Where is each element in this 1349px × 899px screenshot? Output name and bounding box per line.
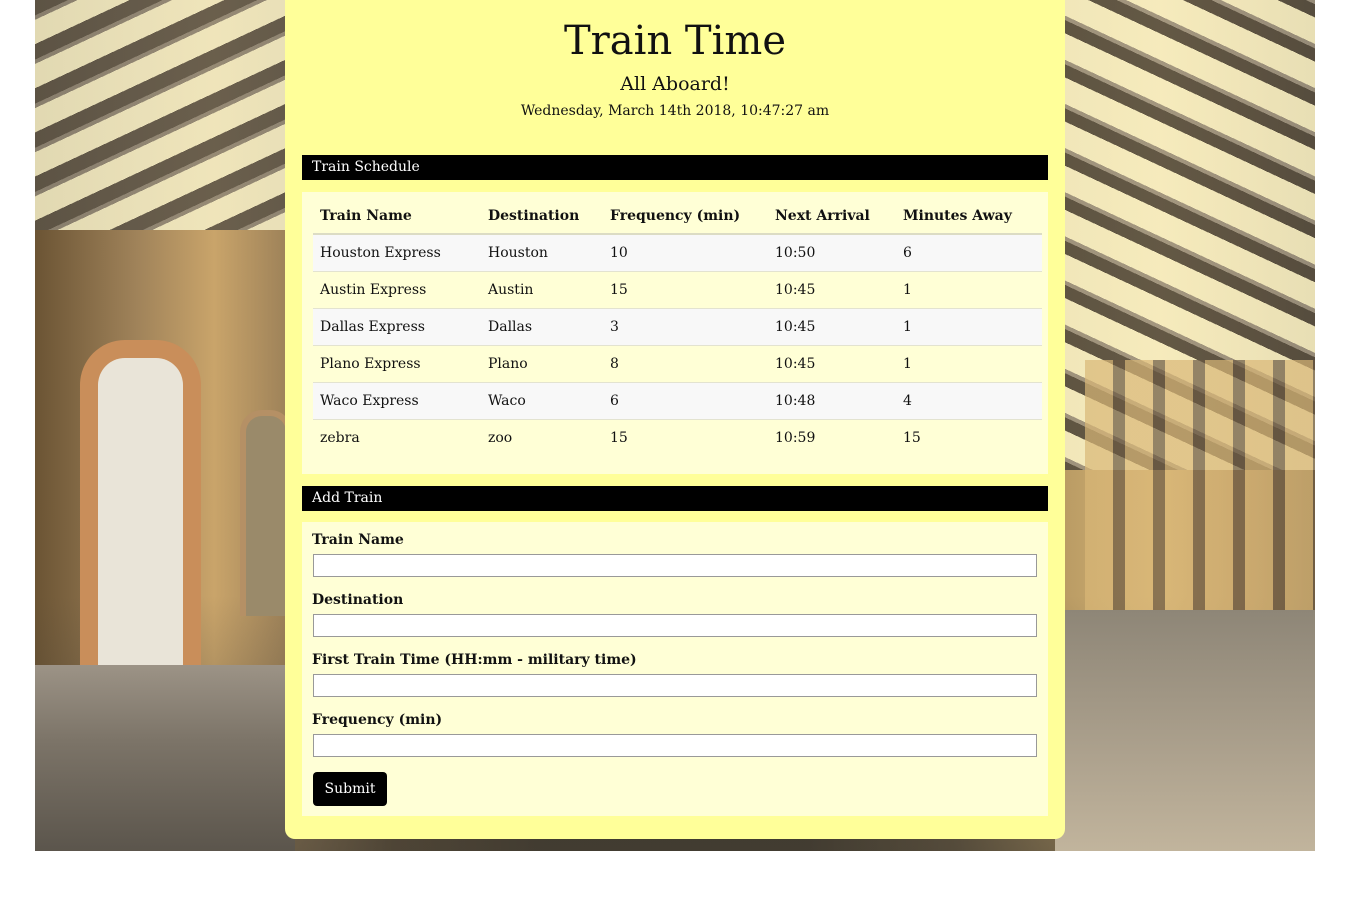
cell-next-arrival: 10:45 — [768, 308, 896, 346]
main-panel: Train Time All Aboard! Wednesday, March … — [285, 0, 1065, 839]
cell-destination: Waco — [481, 382, 603, 420]
cell-next-arrival: 10:50 — [768, 233, 896, 272]
cell-destination: Austin — [481, 271, 603, 309]
cell-next-arrival: 10:48 — [768, 382, 896, 420]
table-row: Waco Express Waco 6 10:48 4 — [313, 382, 1042, 420]
page-title: Train Time — [564, 18, 786, 64]
cell-destination: zoo — [481, 419, 603, 456]
column-header-minutes-away: Minutes Away — [896, 198, 1042, 235]
cell-train-name: Plano Express — [313, 345, 481, 383]
train-name-label: Train Name — [312, 532, 404, 548]
column-header-next-arrival: Next Arrival — [768, 198, 896, 235]
page-subtitle: All Aboard! — [620, 73, 730, 95]
cell-frequency: 15 — [603, 419, 768, 456]
platform-right — [1055, 610, 1315, 851]
cell-frequency: 8 — [603, 345, 768, 383]
cell-destination: Plano — [481, 345, 603, 383]
train-name-input[interactable] — [313, 554, 1037, 577]
page-header: Train Time All Aboard! Wednesday, March … — [285, 0, 1065, 120]
cell-minutes-away: 1 — [896, 345, 1042, 383]
cell-minutes-away: 15 — [896, 419, 1042, 456]
first-train-time-input[interactable] — [313, 674, 1037, 697]
cell-minutes-away: 6 — [896, 233, 1042, 272]
column-header-frequency: Frequency (min) — [603, 198, 768, 235]
schedule-section: Train Name Destination Frequency (min) N… — [302, 192, 1048, 474]
first-train-time-label: First Train Time (HH:mm - military time) — [312, 652, 637, 668]
table-header-row: Train Name Destination Frequency (min) N… — [313, 198, 1042, 235]
frequency-input[interactable] — [313, 734, 1037, 757]
table-row: zebra zoo 15 10:59 15 — [313, 419, 1042, 456]
cell-frequency: 6 — [603, 382, 768, 420]
cell-train-name: Dallas Express — [313, 308, 481, 346]
column-header-train-name: Train Name — [313, 198, 481, 235]
cell-minutes-away: 4 — [896, 382, 1042, 420]
platform-left — [35, 665, 295, 851]
destination-label: Destination — [312, 592, 404, 608]
current-datetime: Wednesday, March 14th 2018, 10:47:27 am — [520, 103, 830, 119]
cell-train-name: Austin Express — [313, 271, 481, 309]
cell-train-name: Houston Express — [313, 233, 481, 272]
cell-minutes-away: 1 — [896, 271, 1042, 309]
schedule-section-title: Train Schedule — [302, 155, 1048, 180]
add-train-section-title: Add Train — [302, 486, 1048, 511]
frequency-label: Frequency (min) — [312, 712, 443, 728]
table-row: Austin Express Austin 15 10:45 1 — [313, 271, 1042, 309]
cell-destination: Houston — [481, 233, 603, 272]
schedule-table: Train Name Destination Frequency (min) N… — [313, 198, 1042, 456]
submit-button[interactable]: Submit — [313, 772, 387, 806]
cell-frequency: 10 — [603, 233, 768, 272]
cell-train-name: zebra — [313, 419, 481, 456]
cell-next-arrival: 10:45 — [768, 345, 896, 383]
cell-minutes-away: 1 — [896, 308, 1042, 346]
station-arch — [80, 340, 201, 688]
roof-left — [35, 0, 295, 230]
cell-next-arrival: 10:45 — [768, 271, 896, 309]
table-row: Plano Express Plano 8 10:45 1 — [313, 345, 1042, 383]
cell-next-arrival: 10:59 — [768, 419, 896, 456]
column-header-destination: Destination — [481, 198, 603, 235]
cell-train-name: Waco Express — [313, 382, 481, 420]
add-train-form: Train Name Destination First Train Time … — [302, 522, 1048, 816]
cell-destination: Dallas — [481, 308, 603, 346]
cell-frequency: 15 — [603, 271, 768, 309]
destination-input[interactable] — [313, 614, 1037, 637]
station-arcade — [1085, 360, 1315, 620]
cell-frequency: 3 — [603, 308, 768, 346]
table-row: Houston Express Houston 10 10:50 6 — [313, 233, 1042, 272]
table-row: Dallas Express Dallas 3 10:45 1 — [313, 308, 1042, 346]
